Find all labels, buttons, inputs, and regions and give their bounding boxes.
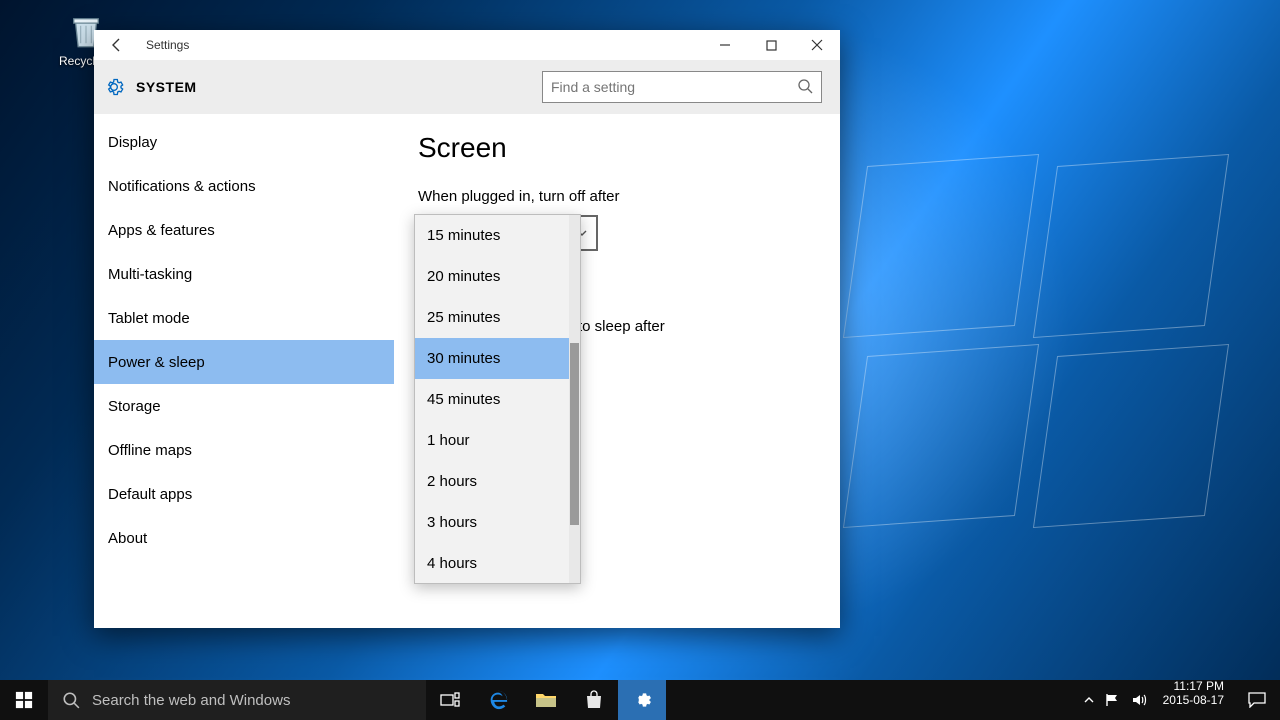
taskbar-app-edge[interactable] [474,680,522,720]
sidebar-item-power-sleep[interactable]: Power & sleep [94,340,394,384]
sidebar-item-about[interactable]: About [94,516,394,560]
action-center-button[interactable] [1234,680,1280,720]
search-icon [797,78,813,94]
sidebar-item-display[interactable]: Display [94,120,394,164]
taskbar: Search the web and Windows 11:17 PM 2015… [0,680,1280,720]
close-button[interactable] [794,30,840,60]
dropdown-option[interactable]: 4 hours [415,543,569,583]
start-button[interactable] [0,680,48,720]
back-button[interactable] [94,30,140,60]
taskbar-app-settings[interactable] [618,680,666,720]
search-icon [62,691,80,709]
dropdown-option[interactable]: 3 hours [415,502,569,543]
sidebar-item-apps-features[interactable]: Apps & features [94,208,394,252]
sidebar-item-multi-tasking[interactable]: Multi-tasking [94,252,394,296]
maximize-button[interactable] [748,30,794,60]
dropdown-option[interactable]: 2 hours [415,461,569,502]
taskbar-search-placeholder: Search the web and Windows [92,692,290,709]
screen-off-dropdown: 15 minutes 20 minutes 25 minutes 30 minu… [414,214,581,584]
dropdown-option[interactable]: 15 minutes [415,215,569,256]
dropdown-option[interactable]: 20 minutes [415,256,569,297]
task-view-button[interactable] [426,680,474,720]
sidebar-item-notifications[interactable]: Notifications & actions [94,164,394,208]
tray-chevron-up-icon[interactable] [1083,694,1095,706]
sidebar-item-default-apps[interactable]: Default apps [94,472,394,516]
titlebar[interactable]: Settings [94,30,840,60]
scrollbar-thumb[interactable] [570,343,579,525]
header-label: SYSTEM [136,79,197,95]
taskbar-clock[interactable]: 11:17 PM 2015-08-17 [1153,680,1234,720]
gear-icon [104,77,124,97]
settings-sidebar: Display Notifications & actions Apps & f… [94,114,394,628]
settings-search[interactable] [542,71,822,103]
minimize-button[interactable] [702,30,748,60]
window-title: Settings [140,38,189,52]
settings-search-input[interactable] [543,72,821,102]
desktop[interactable]: Recycle B Settings SYSTEM [0,0,1280,720]
sleep-label-fragment: to sleep after [578,318,665,335]
sidebar-item-offline-maps[interactable]: Offline maps [94,428,394,472]
desktop-wallpaper-art [855,160,1235,540]
sidebar-item-tablet-mode[interactable]: Tablet mode [94,296,394,340]
sidebar-item-storage[interactable]: Storage [94,384,394,428]
taskbar-search[interactable]: Search the web and Windows [48,680,426,720]
dropdown-scrollbar[interactable] [569,215,580,583]
dropdown-option[interactable]: 1 hour [415,420,569,461]
system-tray[interactable] [1077,680,1153,720]
settings-header: SYSTEM [94,60,840,114]
dropdown-option[interactable]: 45 minutes [415,379,569,420]
section-title: Screen [418,132,816,164]
taskbar-app-store[interactable] [570,680,618,720]
clock-time: 11:17 PM [1163,680,1224,694]
tray-volume-icon[interactable] [1131,693,1147,707]
screen-off-label: When plugged in, turn off after [418,188,816,205]
dropdown-option[interactable]: 25 minutes [415,297,569,338]
tray-flag-icon[interactable] [1105,693,1121,707]
clock-date: 2015-08-17 [1163,694,1224,708]
taskbar-app-file-explorer[interactable] [522,680,570,720]
dropdown-option[interactable]: 30 minutes [415,338,569,379]
